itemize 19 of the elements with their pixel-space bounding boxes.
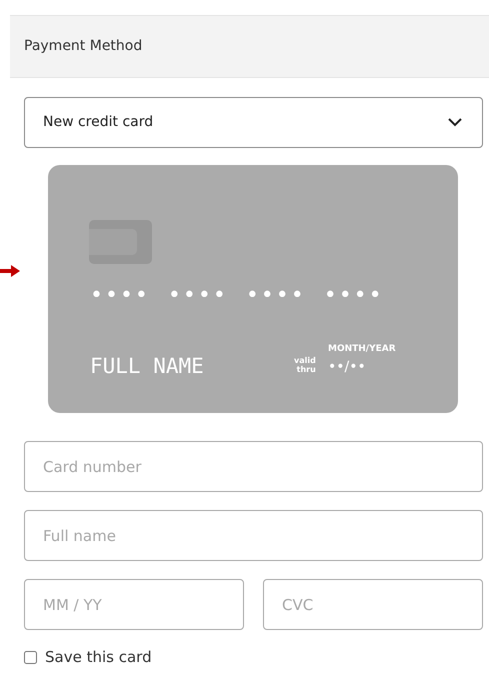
valid-thru-label: thru	[296, 365, 316, 374]
arrow-icon	[0, 265, 20, 277]
valid-thru-label: valid	[294, 356, 316, 365]
expiry-caption: MONTH/YEAR	[328, 343, 396, 356]
text-field[interactable]: Full name	[24, 510, 483, 561]
text-field[interactable]: CVC	[263, 579, 483, 630]
card-number-mask: ••••	[246, 285, 306, 307]
save-card-label: Save this card	[45, 647, 152, 668]
card-number-mask: ••••	[324, 285, 384, 307]
section-title: Payment Method	[24, 37, 142, 56]
payment-method-select[interactable]: New credit card	[24, 97, 483, 148]
card-holder-name: FULL NAME	[90, 353, 204, 380]
chevron-down-icon	[448, 118, 462, 127]
save-card-checkbox[interactable]	[24, 650, 37, 664]
text-field[interactable]: MM / YY	[24, 579, 244, 630]
card-number-mask: ••••	[90, 285, 150, 307]
expiry-mask: ••/••	[328, 358, 366, 377]
card-number-mask: ••••	[168, 285, 228, 307]
text-field[interactable]: Card number	[24, 441, 483, 492]
